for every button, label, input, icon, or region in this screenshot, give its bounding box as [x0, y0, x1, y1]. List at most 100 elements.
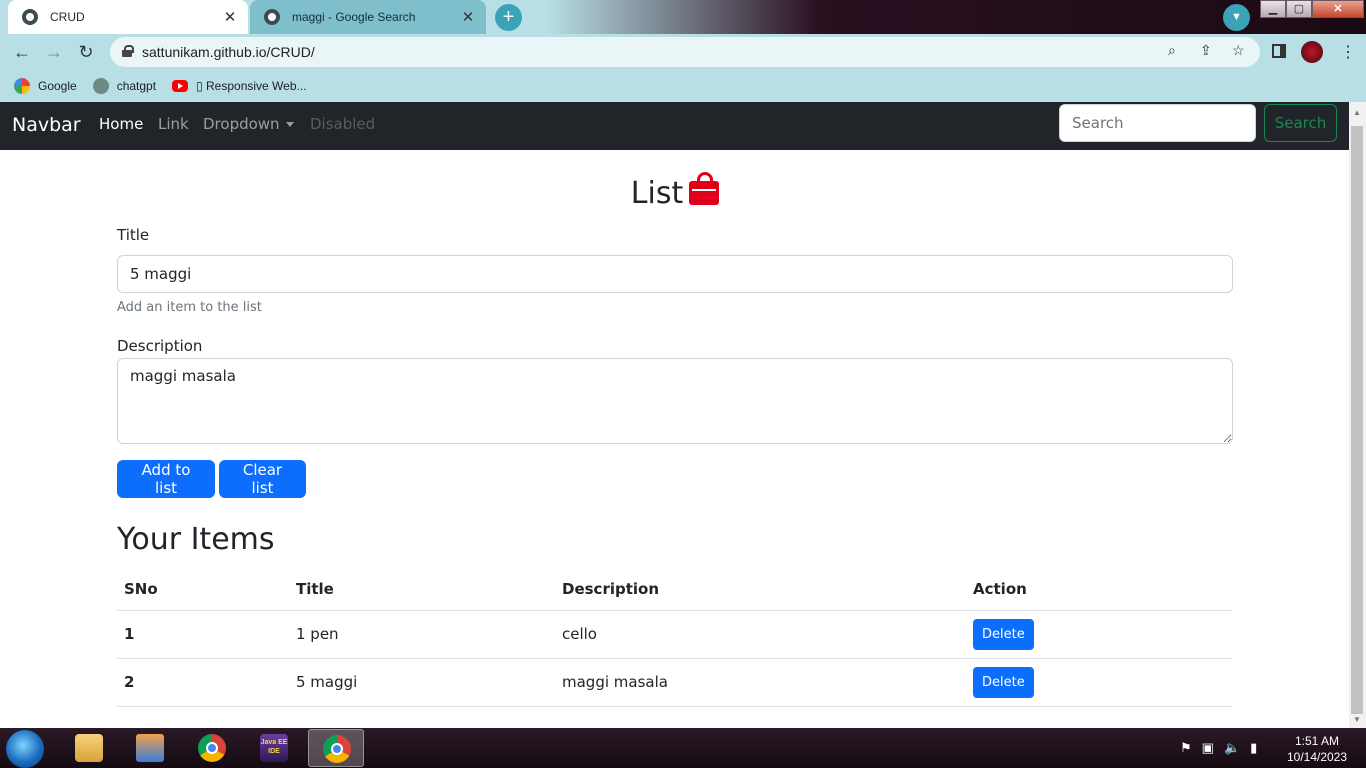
clock-time: 1:51 AM [1294, 734, 1340, 748]
scrollbar-thumb[interactable] [1351, 126, 1363, 714]
taskbar-chrome-active[interactable] [308, 729, 364, 767]
taskbar-explorer[interactable] [61, 729, 117, 767]
side-panel-icon[interactable] [1272, 44, 1286, 58]
site-navbar: Navbar Home Link Dropdown Disabled Searc… [0, 102, 1349, 150]
cell-sno: 2 [117, 658, 289, 707]
menu-icon[interactable]: ⋮ [1340, 42, 1356, 62]
cell-action: Delete [966, 610, 1233, 659]
nav-dropdown-label: Dropdown [203, 115, 280, 133]
tab-title: CRUD [50, 10, 85, 24]
globe-icon [264, 9, 280, 25]
add-to-list-button[interactable]: Add to list [117, 460, 215, 498]
globe-icon [22, 9, 38, 25]
taskbar-java-ide[interactable]: Java EE IDE [246, 729, 302, 767]
page-title: List [117, 172, 1233, 211]
minimize-button[interactable]: ▁ [1260, 0, 1286, 18]
description-label: Description [117, 337, 203, 355]
table-header-row: SNo Title Description Action [117, 568, 1233, 611]
nav-link-home[interactable]: Home [99, 115, 143, 133]
cell-description: maggi masala [555, 658, 966, 707]
window-controls: ▁ ▢ ✕ [1260, 0, 1366, 20]
tab-google-search[interactable]: maggi - Google Search ✕ [250, 0, 486, 34]
forward-arrow-icon[interactable]: → [44, 42, 64, 62]
bookmark-google[interactable]: Google [14, 78, 77, 94]
start-button[interactable] [6, 730, 44, 768]
address-bar[interactable]: sattunikam.github.io/CRUD/ ⌕ ⇪ ☆ [110, 37, 1260, 67]
scroll-up-icon[interactable]: ▲ [1353, 108, 1361, 117]
caret-down-icon [285, 122, 294, 127]
title-input[interactable] [117, 255, 1233, 293]
shopping-bag-icon [689, 172, 720, 205]
chrome-icon [323, 735, 351, 763]
title-help-text: Add an item to the list [117, 300, 262, 315]
close-tab-icon[interactable]: ✕ [460, 8, 476, 26]
description-textarea[interactable]: maggi masala [117, 358, 1233, 444]
page-viewport: Navbar Home Link Dropdown Disabled Searc… [0, 102, 1349, 728]
column-header-action: Action [966, 568, 1233, 611]
column-header-sno: SNo [117, 568, 289, 611]
chrome-icon [198, 734, 226, 762]
clear-list-button[interactable]: Clear list [219, 460, 306, 498]
nav-link-disabled: Disabled [310, 115, 376, 133]
java-ee-ide-icon: Java EE IDE [260, 734, 288, 762]
browser-toolbar: ← → ↻ sattunikam.github.io/CRUD/ ⌕ ⇪ ☆ ⋮ [0, 34, 1366, 70]
cell-sno: 1 [117, 610, 289, 659]
network-icon[interactable]: ▣ [1202, 740, 1214, 756]
bookmark-label: Google [38, 79, 77, 93]
taskbar-media-player[interactable] [122, 729, 178, 767]
delete-button[interactable]: Delete [973, 666, 1034, 698]
page-scrollbar[interactable]: ▲ ▼ [1349, 102, 1366, 728]
back-arrow-icon[interactable]: ← [12, 42, 32, 62]
youtube-icon [172, 80, 189, 92]
system-tray: ⚑ ▣ 🔈 ▮ [1180, 740, 1257, 756]
scroll-down-icon[interactable]: ▼ [1353, 715, 1361, 724]
nav-link-link[interactable]: Link [158, 115, 189, 133]
profile-avatar[interactable] [1301, 41, 1323, 63]
cell-title: 1 pen [289, 610, 555, 659]
taskbar-chrome[interactable] [184, 729, 240, 767]
items-table: SNo Title Description Action 1 1 pen cel… [117, 568, 1233, 707]
flag-icon[interactable]: ⚑ [1180, 740, 1192, 756]
url-text: sattunikam.github.io/CRUD/ [142, 44, 315, 60]
browser-tab-strip: CRUD ✕ maggi - Google Search ✕ + ▼ ▁ ▢ ✕ [0, 0, 1366, 34]
power-icon[interactable]: ▮ [1250, 740, 1257, 756]
navbar-search-input[interactable] [1059, 104, 1256, 142]
bookmark-responsive-web[interactable]: ▯ Responsive Web... [172, 79, 307, 93]
volume-icon[interactable]: 🔈 [1224, 740, 1240, 756]
share-icon[interactable]: ⇪ [1200, 42, 1212, 59]
reload-icon[interactable]: ↻ [76, 42, 96, 62]
bookmark-chatgpt[interactable]: chatgpt [92, 78, 157, 94]
zoom-search-icon[interactable]: ⌕ [1168, 42, 1176, 59]
clock-date: 10/14/2023 [1286, 750, 1348, 764]
bookmark-label: chatgpt [116, 79, 157, 93]
cell-description: cello [555, 610, 966, 659]
navbar-brand[interactable]: Navbar [12, 114, 81, 136]
navbar-search-button[interactable]: Search [1264, 104, 1337, 142]
nav-dropdown[interactable]: Dropdown [203, 115, 294, 133]
tab-crud[interactable]: CRUD ✕ [8, 0, 248, 34]
close-window-button[interactable]: ✕ [1312, 0, 1364, 18]
system-clock[interactable]: 1:51 AM 10/14/2023 [1282, 733, 1352, 765]
lock-icon [122, 45, 134, 57]
chevron-down-icon: ▼ [1231, 11, 1242, 23]
table-row: 2 5 maggi maggi masala Delete [117, 658, 1233, 707]
delete-button[interactable]: Delete [973, 618, 1034, 650]
bookmarks-bar: Google chatgpt ▯ Responsive Web... [0, 70, 1366, 102]
close-tab-icon[interactable]: ✕ [222, 8, 238, 26]
maximize-button[interactable]: ▢ [1286, 0, 1312, 18]
page-title-text: List [630, 176, 684, 211]
chatgpt-icon [92, 78, 109, 94]
cell-action: Delete [966, 658, 1233, 707]
tab-title: maggi - Google Search [292, 10, 416, 24]
bookmark-star-icon[interactable]: ☆ [1232, 42, 1245, 59]
column-header-description: Description [555, 568, 966, 611]
new-tab-button[interactable]: + [495, 4, 522, 31]
tab-search-button[interactable]: ▼ [1223, 4, 1250, 31]
windows-taskbar: Java EE IDE ⚑ ▣ 🔈 ▮ 1:51 AM 10/14/2023 [0, 728, 1366, 768]
title-label: Title [117, 226, 150, 244]
table-row: 1 1 pen cello Delete [117, 610, 1233, 659]
bookmark-label: ▯ Responsive Web... [196, 79, 307, 93]
explorer-icon [75, 734, 103, 762]
media-player-icon [136, 734, 164, 762]
items-heading: Your Items [117, 522, 275, 557]
